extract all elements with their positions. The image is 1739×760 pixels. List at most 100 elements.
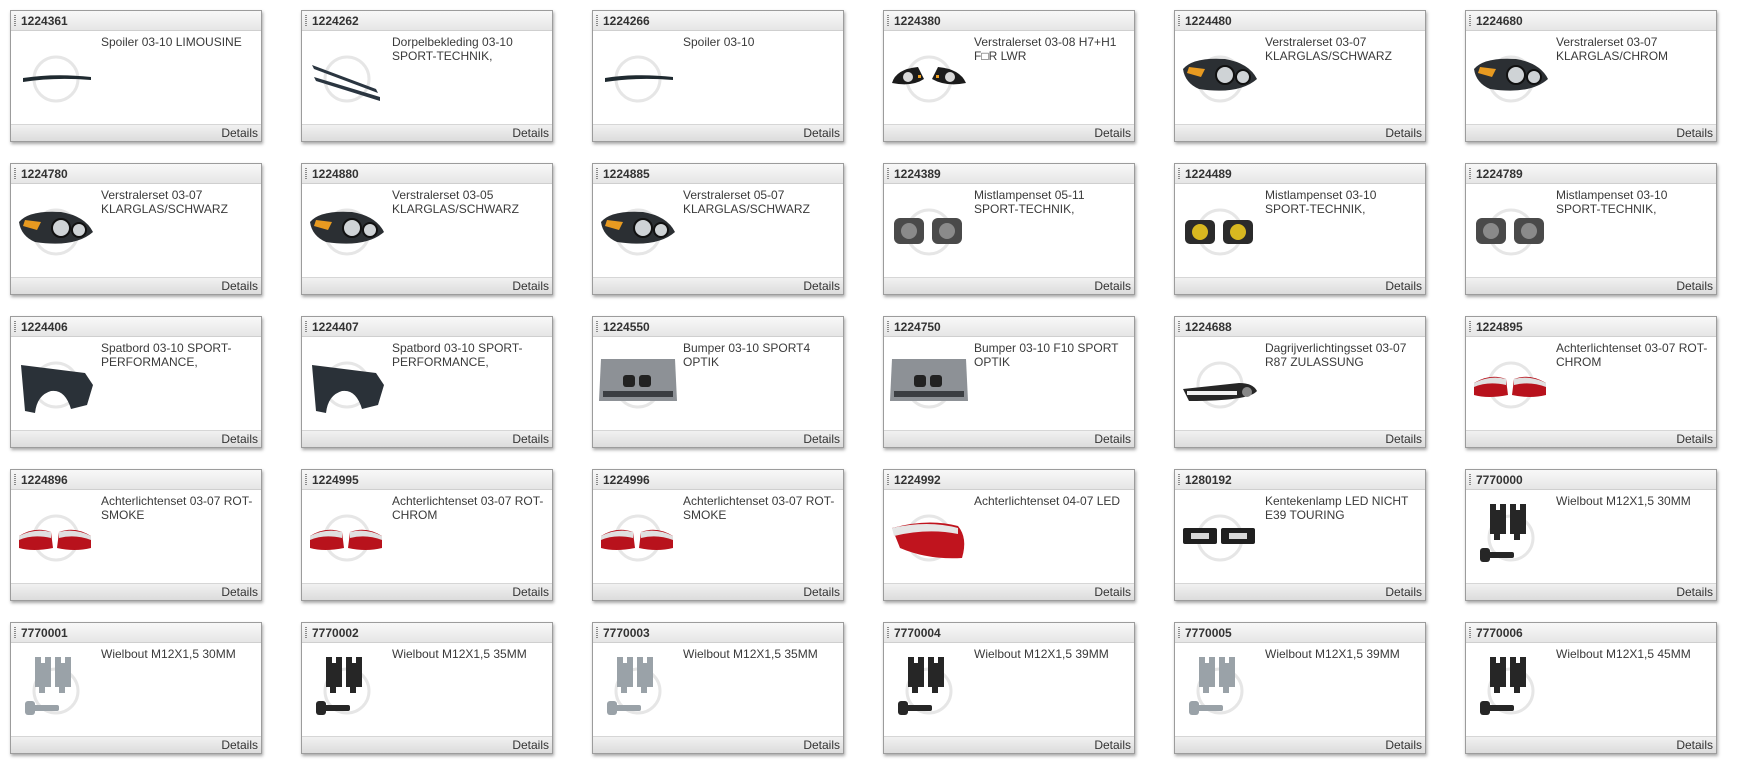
fender-icon[interactable] [15, 345, 97, 419]
product-title[interactable]: Wielbout M12X1,5 35MM [392, 647, 544, 661]
details-link[interactable]: Details [803, 738, 840, 752]
side-skirt-icon[interactable] [306, 39, 388, 113]
details-link[interactable]: Details [1094, 279, 1131, 293]
taillight-pair-icon[interactable] [15, 498, 97, 572]
details-link[interactable]: Details [1676, 279, 1713, 293]
product-title[interactable]: Verstralerset 03-07 KLARGLAS/SCHWARZ [1265, 35, 1417, 63]
headlight-icon[interactable] [15, 192, 97, 266]
plate-lamp-icon[interactable] [1179, 498, 1261, 572]
product-title[interactable]: Wielbout M12X1,5 35MM [683, 647, 835, 661]
product-card[interactable]: 1224262 Dorpelbekleding 03-10 SPORT-TECH… [301, 10, 553, 142]
product-title[interactable]: Achterlichtenset 03-07 ROT-SMOKE [101, 494, 253, 522]
headlight-icon[interactable] [597, 192, 679, 266]
product-title[interactable]: Wielbout M12X1,5 39MM [974, 647, 1126, 661]
product-card[interactable]: 1224406 Spatbord 03-10 SPORT-PERFORMANCE… [10, 316, 262, 448]
product-card[interactable]: 1224380 Verstralerset 03-08 H7+H1 F□R LW… [883, 10, 1135, 142]
headlight-pair-icon[interactable] [888, 39, 970, 113]
product-card[interactable]: 1280192 Kentekenlamp LED NICHT E39 TOURI… [1174, 469, 1426, 601]
drl-icon[interactable] [1179, 345, 1261, 419]
details-link[interactable]: Details [803, 432, 840, 446]
details-link[interactable]: Details [1385, 279, 1422, 293]
product-card[interactable]: 1224885 Verstralerset 05-07 KLARGLAS/SCH… [592, 163, 844, 295]
details-link[interactable]: Details [512, 585, 549, 599]
spoiler-icon[interactable] [597, 39, 679, 113]
taillight-pair-icon[interactable] [597, 498, 679, 572]
product-card[interactable]: 1224750 Bumper 03-10 F10 SPORT OPTIK Det… [883, 316, 1135, 448]
product-title[interactable]: Mistlampenset 03-10 SPORT-TECHNIK, [1265, 188, 1417, 216]
wheel-bolt-black-icon[interactable] [888, 651, 970, 725]
details-link[interactable]: Details [512, 279, 549, 293]
fender-icon[interactable] [306, 345, 388, 419]
wheel-bolt-black-icon[interactable] [1470, 651, 1552, 725]
details-link[interactable]: Details [1676, 432, 1713, 446]
taillight-pair-icon[interactable] [1470, 345, 1552, 419]
headlight-icon[interactable] [1470, 39, 1552, 113]
product-title[interactable]: Kentekenlamp LED NICHT E39 TOURING [1265, 494, 1417, 522]
wheel-bolt-silver-icon[interactable] [1179, 651, 1261, 725]
product-title[interactable]: Wielbout M12X1,5 30MM [1556, 494, 1708, 508]
product-card[interactable]: 7770000 Wielbout M12X1,5 30MM Details [1465, 469, 1717, 601]
details-link[interactable]: Details [1094, 738, 1131, 752]
product-card[interactable]: 1224361 Spoiler 03-10 LIMOUSINE Details [10, 10, 262, 142]
product-title[interactable]: Spoiler 03-10 [683, 35, 835, 49]
details-link[interactable]: Details [1676, 126, 1713, 140]
product-card[interactable]: 1224688 Dagrijverlichtingsset 03-07 R87 … [1174, 316, 1426, 448]
product-card[interactable]: 1224407 Spatbord 03-10 SPORT-PERFORMANCE… [301, 316, 553, 448]
details-link[interactable]: Details [1676, 738, 1713, 752]
product-card[interactable]: 1224995 Achterlichtenset 03-07 ROT-CHROM… [301, 469, 553, 601]
details-link[interactable]: Details [221, 126, 258, 140]
product-title[interactable]: Spoiler 03-10 LIMOUSINE [101, 35, 253, 49]
product-title[interactable]: Spatbord 03-10 SPORT-PERFORMANCE, [101, 341, 253, 369]
details-link[interactable]: Details [221, 279, 258, 293]
product-card[interactable]: 7770001 Wielbout M12X1,5 30MM Details [10, 622, 262, 754]
details-link[interactable]: Details [1676, 585, 1713, 599]
product-card[interactable]: 1224489 Mistlampenset 03-10 SPORT-TECHNI… [1174, 163, 1426, 295]
details-link[interactable]: Details [803, 126, 840, 140]
bumper-icon[interactable] [888, 345, 970, 419]
details-link[interactable]: Details [512, 126, 549, 140]
product-title[interactable]: Achterlichtenset 03-07 ROT-CHROM [1556, 341, 1708, 369]
foglamp-icon[interactable] [1470, 192, 1552, 266]
product-card[interactable]: 1224480 Verstralerset 03-07 KLARGLAS/SCH… [1174, 10, 1426, 142]
product-card[interactable]: 1224550 Bumper 03-10 SPORT4 OPTIK Detail… [592, 316, 844, 448]
product-title[interactable]: Verstralerset 03-07 KLARGLAS/CHROM [1556, 35, 1708, 63]
product-title[interactable]: Wielbout M12X1,5 45MM [1556, 647, 1708, 661]
wheel-bolt-black-icon[interactable] [306, 651, 388, 725]
details-link[interactable]: Details [221, 738, 258, 752]
product-card[interactable]: 1224896 Achterlichtenset 03-07 ROT-SMOKE… [10, 469, 262, 601]
product-title[interactable]: Verstralerset 03-07 KLARGLAS/SCHWARZ [101, 188, 253, 216]
product-title[interactable]: Dorpelbekleding 03-10 SPORT-TECHNIK, [392, 35, 544, 63]
details-link[interactable]: Details [1385, 432, 1422, 446]
product-card[interactable]: 1224780 Verstralerset 03-07 KLARGLAS/SCH… [10, 163, 262, 295]
foglamp-yellow-icon[interactable] [1179, 192, 1261, 266]
headlight-icon[interactable] [306, 192, 388, 266]
product-card[interactable]: 1224895 Achterlichtenset 03-07 ROT-CHROM… [1465, 316, 1717, 448]
product-card[interactable]: 1224992 Achterlichtenset 04-07 LED Detai… [883, 469, 1135, 601]
details-link[interactable]: Details [1094, 585, 1131, 599]
product-title[interactable]: Wielbout M12X1,5 30MM [101, 647, 253, 661]
details-link[interactable]: Details [221, 432, 258, 446]
product-title[interactable]: Achterlichtenset 03-07 ROT-SMOKE [683, 494, 835, 522]
product-title[interactable]: Dagrijverlichtingsset 03-07 R87 ZULASSUN… [1265, 341, 1417, 369]
details-link[interactable]: Details [1385, 585, 1422, 599]
details-link[interactable]: Details [512, 738, 549, 752]
product-card[interactable]: 1224789 Mistlampenset 03-10 SPORT-TECHNI… [1465, 163, 1717, 295]
taillight-icon[interactable] [888, 498, 970, 572]
wheel-bolt-silver-icon[interactable] [597, 651, 679, 725]
product-title[interactable]: Verstralerset 05-07 KLARGLAS/SCHWARZ [683, 188, 835, 216]
product-title[interactable]: Verstralerset 03-08 H7+H1 F□R LWR [974, 35, 1126, 63]
product-card[interactable]: 7770006 Wielbout M12X1,5 45MM Details [1465, 622, 1717, 754]
product-card[interactable]: 1224389 Mistlampenset 05-11 SPORT-TECHNI… [883, 163, 1135, 295]
details-link[interactable]: Details [803, 279, 840, 293]
details-link[interactable]: Details [221, 585, 258, 599]
taillight-pair-icon[interactable] [306, 498, 388, 572]
product-card[interactable]: 7770005 Wielbout M12X1,5 39MM Details [1174, 622, 1426, 754]
bumper-icon[interactable] [597, 345, 679, 419]
details-link[interactable]: Details [1094, 432, 1131, 446]
product-title[interactable]: Achterlichtenset 04-07 LED [974, 494, 1126, 508]
details-link[interactable]: Details [1385, 126, 1422, 140]
headlight-icon[interactable] [1179, 39, 1261, 113]
product-card[interactable]: 1224266 Spoiler 03-10 Details [592, 10, 844, 142]
foglamp-icon[interactable] [888, 192, 970, 266]
details-link[interactable]: Details [512, 432, 549, 446]
